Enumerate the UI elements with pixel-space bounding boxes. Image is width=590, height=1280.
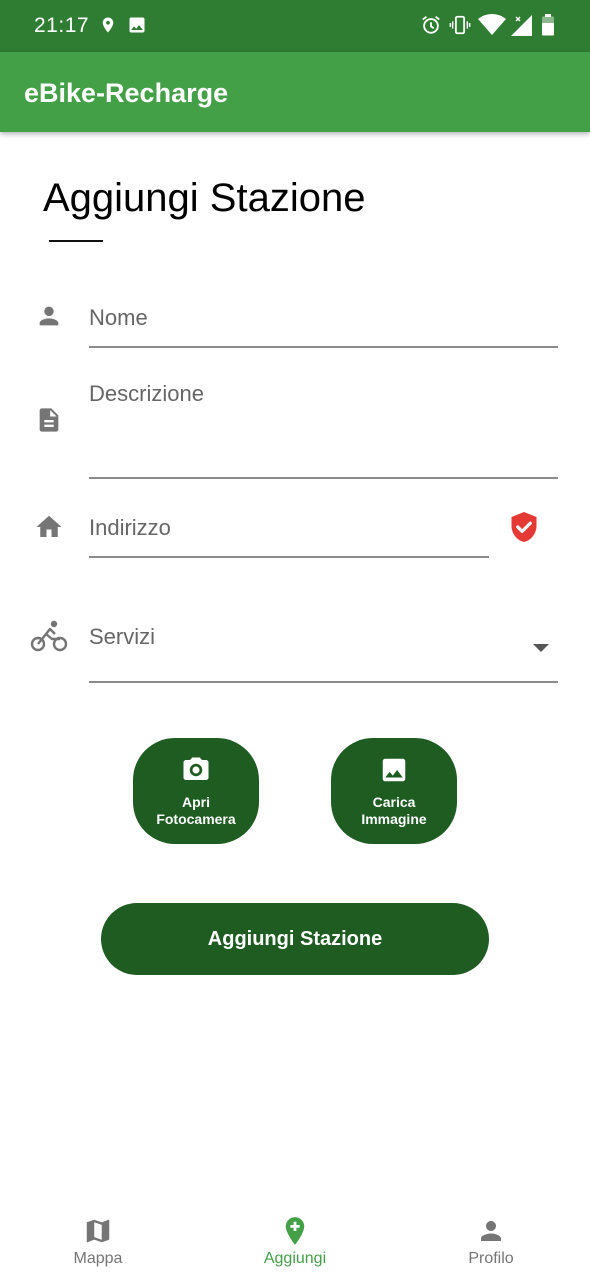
upload-image-button[interactable]: Carica Immagine [331,738,457,844]
open-camera-label-line2: Fotocamera [156,811,236,827]
person-icon [39,306,59,326]
descrizione-placeholder: Descrizione [89,381,204,406]
nome-underline [89,346,558,348]
add-location-icon [285,1217,305,1245]
battery-icon [542,14,554,36]
location-icon [102,17,114,33]
vibrate-icon [449,15,471,35]
image-icon [129,17,145,33]
page-title: Aggiungi Stazione [43,176,366,220]
status-bar: 21:17 [0,0,590,52]
upload-image-label-line1: Carica [372,794,416,810]
open-camera-label-line1: Apri [182,794,210,810]
descrizione-underline [89,477,558,479]
add-station-button[interactable]: Aggiungi Stazione [101,903,489,975]
title-underline [49,240,103,242]
alarm-icon [422,16,440,34]
nav-item-aggiungi[interactable]: Aggiungi [215,1216,375,1268]
nav-item-profilo[interactable]: Profilo [411,1216,571,1268]
nav-item-mappa[interactable]: Mappa [18,1216,178,1268]
nav-label-profilo: Profilo [468,1250,514,1267]
status-time: 21:17 [34,14,90,37]
indirizzo-underline [89,556,489,558]
document-icon [39,408,59,432]
shield-check-icon [511,512,537,542]
app-bar: eBike-Recharge [0,52,590,132]
upload-image-label-line2: Immagine [361,811,427,827]
open-camera-label: Apri Fotocamera [133,794,259,828]
chevron-down-icon [533,644,549,652]
nome-placeholder: Nome [89,305,148,330]
app-title: eBike-Recharge [24,78,229,108]
map-icon [86,1219,110,1243]
wifi-icon [478,14,506,35]
bike-icon [30,620,68,652]
home-icon [36,515,62,537]
upload-image-label: Carica Immagine [331,794,457,828]
servizi-placeholder: Servizi [89,624,156,649]
signal-icon [511,15,532,36]
servizi-underline [89,681,558,683]
open-camera-button[interactable]: Apri Fotocamera [133,738,259,844]
nav-label-mappa: Mappa [73,1250,123,1267]
image-icon [382,758,406,782]
indirizzo-placeholder: Indirizzo [89,515,171,540]
nav-label-aggiungi: Aggiungi [263,1250,327,1267]
person-icon [481,1221,501,1241]
bottom-nav: Mappa Aggiungi Profilo [0,1200,590,1280]
camera-icon [183,757,209,780]
add-station-label: Aggiungi Stazione [207,928,383,950]
